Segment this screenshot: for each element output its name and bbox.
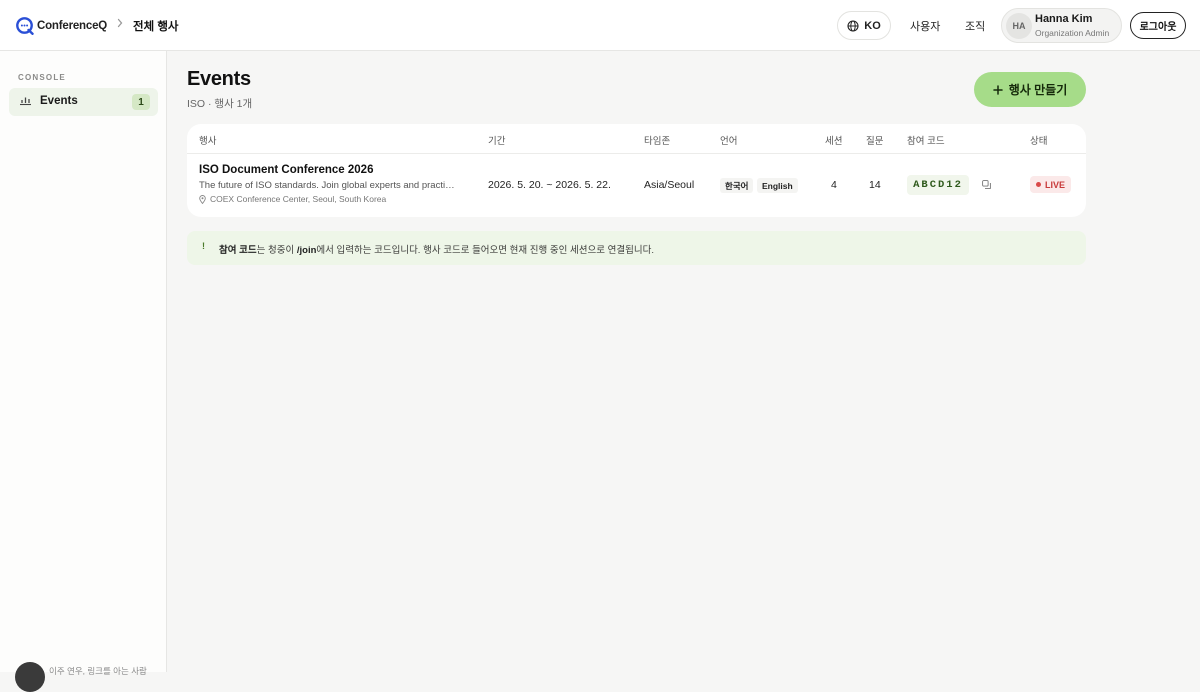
- column-header-join-code[interactable]: 참여 코드: [907, 133, 945, 147]
- language-badge-korean: 한국어: [720, 178, 754, 193]
- column-header-status[interactable]: 상태: [1030, 133, 1047, 147]
- logout-button[interactable]: 로그아웃: [1130, 12, 1186, 39]
- info-join-path: /join: [296, 245, 317, 256]
- nav-users-link[interactable]: 사용자: [910, 18, 940, 34]
- plus-icon: [992, 84, 1003, 95]
- info-icon: !: [202, 241, 205, 251]
- status-dot: [1035, 182, 1041, 187]
- info-prefix: 는 청중이: [256, 245, 297, 256]
- copy-icon[interactable]: [982, 180, 991, 189]
- table-row[interactable]: ISO Document Conference 2026 The future …: [187, 154, 1086, 217]
- column-header-language[interactable]: 언어: [720, 133, 737, 147]
- event-session-count: 4: [831, 179, 837, 191]
- create-event-label: 행사 만들기: [1008, 83, 1068, 97]
- chevron-right-icon: [117, 18, 123, 28]
- join-code-badge: ABCD12: [907, 175, 969, 195]
- column-header-sessions[interactable]: 세션: [825, 133, 842, 147]
- event-location: COEX Conference Center, Seoul, South Kor…: [199, 194, 386, 204]
- nav-organization-link[interactable]: 조직: [965, 18, 985, 34]
- top-bar: ConferenceQ 전체 행사 KO 사용자 조직 HA Hanna Kim…: [0, 0, 1200, 51]
- user-name: Hanna Kim: [1035, 13, 1093, 25]
- column-header-period[interactable]: 기간: [488, 133, 505, 147]
- logo-text: ConferenceQ: [37, 19, 108, 32]
- sidebar-item-count-badge: 1: [132, 94, 150, 110]
- page-title: Events: [187, 68, 251, 90]
- column-header-event[interactable]: 행사: [199, 133, 216, 147]
- breadcrumb-current: 전체 행사: [133, 21, 179, 33]
- sidebar-item-events[interactable]: Events 1: [9, 88, 158, 116]
- info-suffix: 에서 입력하는 코드입니다. 행사 코드로 들어오면 현재 진행 중인 세션으로…: [316, 245, 654, 256]
- sidebar-section-label: CONSOLE: [18, 73, 66, 82]
- event-name[interactable]: ISO Document Conference 2026: [199, 164, 373, 176]
- avatar: HA: [1006, 13, 1032, 39]
- language-badge-english: English: [757, 178, 798, 193]
- status-text: LIVE: [1044, 179, 1065, 190]
- language-switcher-button[interactable]: KO: [837, 11, 891, 40]
- info-text: 참여 코드는 청중이 /join에서 입력하는 코드입니다. 행사 코드로 들어…: [219, 242, 654, 256]
- info-code-term: 참여 코드: [219, 245, 257, 256]
- event-question-count: 14: [869, 179, 881, 191]
- event-period: 2026. 5. 20. ~ 2026. 5. 22.: [488, 179, 611, 191]
- sidebar-footer-text: 이주 연우, 링크를 아는 사람: [49, 666, 147, 676]
- chart-icon: [20, 97, 31, 106]
- footer-avatar[interactable]: [15, 662, 45, 692]
- sidebar-item-label: Events: [40, 95, 78, 107]
- event-timezone: Asia/Seoul: [644, 179, 695, 191]
- logo-q-icon: [16, 17, 34, 35]
- info-banner: ! 참여 코드는 청중이 /join에서 입력하는 코드입니다. 행사 코드로 …: [187, 231, 1086, 265]
- event-description: The future of ISO standards. Join global…: [199, 180, 455, 191]
- sidebar: CONSOLE Events 1 이주 연우, 링크를 아는 사람: [0, 51, 167, 692]
- create-event-button[interactable]: 행사 만들기: [974, 72, 1086, 107]
- column-header-questions[interactable]: 질문: [866, 133, 883, 147]
- event-location-text: COEX Conference Center, Seoul, South Kor…: [210, 194, 387, 204]
- user-menu[interactable]: HA Hanna Kim Organization Admin: [1001, 8, 1122, 43]
- location-pin-icon: [199, 194, 206, 204]
- page-subtitle: ISO · 행사 1개: [187, 98, 253, 110]
- globe-icon: [847, 19, 859, 32]
- user-role: Organization Admin: [1035, 28, 1110, 38]
- status-badge: LIVE: [1030, 176, 1071, 193]
- app-logo[interactable]: ConferenceQ: [15, 16, 107, 35]
- events-table: 행사 기간 타임존 언어 세션 질문 참여 코드 상태 ISO Document…: [187, 124, 1086, 217]
- column-header-timezone[interactable]: 타임존: [644, 133, 670, 147]
- language-label: KO: [864, 19, 881, 32]
